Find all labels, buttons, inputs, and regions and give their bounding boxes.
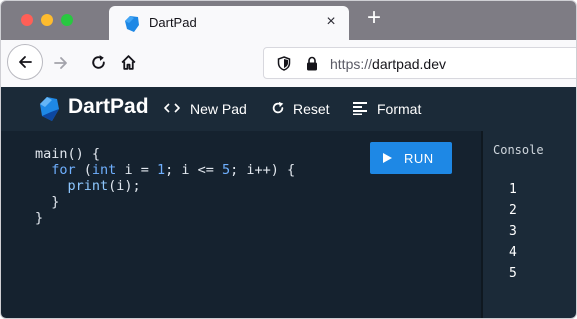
back-arrow-icon — [19, 56, 32, 68]
run-button[interactable]: RUN — [370, 142, 452, 174]
new-tab-button[interactable]: + — [361, 5, 387, 31]
url-scheme: https:// — [330, 56, 373, 72]
console-line: 1 — [509, 182, 517, 197]
code-line: } — [35, 194, 60, 210]
url-host: dartpad.dev — [372, 56, 446, 72]
back-button[interactable] — [7, 44, 43, 80]
reset-button[interactable]: Reset — [271, 87, 341, 131]
navigation-bar: https://dartpad.dev — [1, 40, 576, 88]
align-lines-icon — [353, 102, 367, 115]
app-title: DartPad — [68, 95, 149, 118]
new-pad-button[interactable]: New Pad — [164, 87, 254, 131]
run-label: RUN — [404, 151, 434, 166]
home-icon[interactable] — [120, 54, 137, 71]
console-output: 1 2 3 4 5 — [509, 179, 517, 284]
dart-logo-icon — [40, 97, 59, 121]
console-line: 4 — [509, 245, 517, 260]
console-panel: Console 1 2 3 4 5 — [483, 131, 576, 318]
new-pad-label: New Pad — [190, 101, 247, 117]
forward-arrow-icon[interactable] — [53, 55, 69, 71]
refresh-icon — [272, 101, 284, 114]
code-line: main() { — [35, 146, 101, 162]
tab-bar: DartPad × + — [1, 1, 576, 40]
tab-title: DartPad — [149, 15, 197, 30]
tab-dartpad[interactable]: DartPad × — [109, 6, 349, 40]
zoom-window-button[interactable] — [61, 14, 73, 26]
code-editor[interactable]: main() { for (int i = 1; i <= 5; i++) { … — [1, 131, 481, 318]
console-line: 2 — [509, 203, 517, 218]
code-line: for (int i = 1; i <= 5; i++) { — [51, 162, 296, 178]
browser-window: DartPad × + https://dartpad.dev DartPad … — [0, 0, 577, 319]
code-brackets-icon — [164, 103, 180, 113]
code-line: print(i); — [67, 178, 141, 194]
console-line: 3 — [509, 224, 517, 239]
code-text[interactable]: main() { for (int i = 1; i <= 5; i++) { … — [35, 146, 295, 226]
format-label: Format — [377, 101, 422, 117]
address-bar[interactable]: https://dartpad.dev — [263, 47, 576, 79]
shield-icon[interactable] — [277, 56, 291, 71]
console-line: 5 — [509, 266, 517, 281]
dart-logo-icon — [125, 16, 139, 32]
play-icon — [383, 153, 392, 163]
lock-icon[interactable] — [306, 56, 318, 71]
reload-icon[interactable] — [90, 54, 107, 71]
url-text[interactable]: https://dartpad.dev — [330, 56, 446, 72]
console-title: Console — [493, 143, 544, 157]
code-line: } — [35, 210, 44, 226]
close-window-button[interactable] — [21, 14, 33, 26]
app-header: DartPad New Pad Reset Format — [1, 87, 576, 131]
minimize-window-button[interactable] — [41, 14, 53, 26]
close-tab-icon[interactable]: × — [321, 12, 341, 32]
format-button[interactable]: Format — [353, 87, 433, 131]
reset-label: Reset — [293, 101, 330, 117]
